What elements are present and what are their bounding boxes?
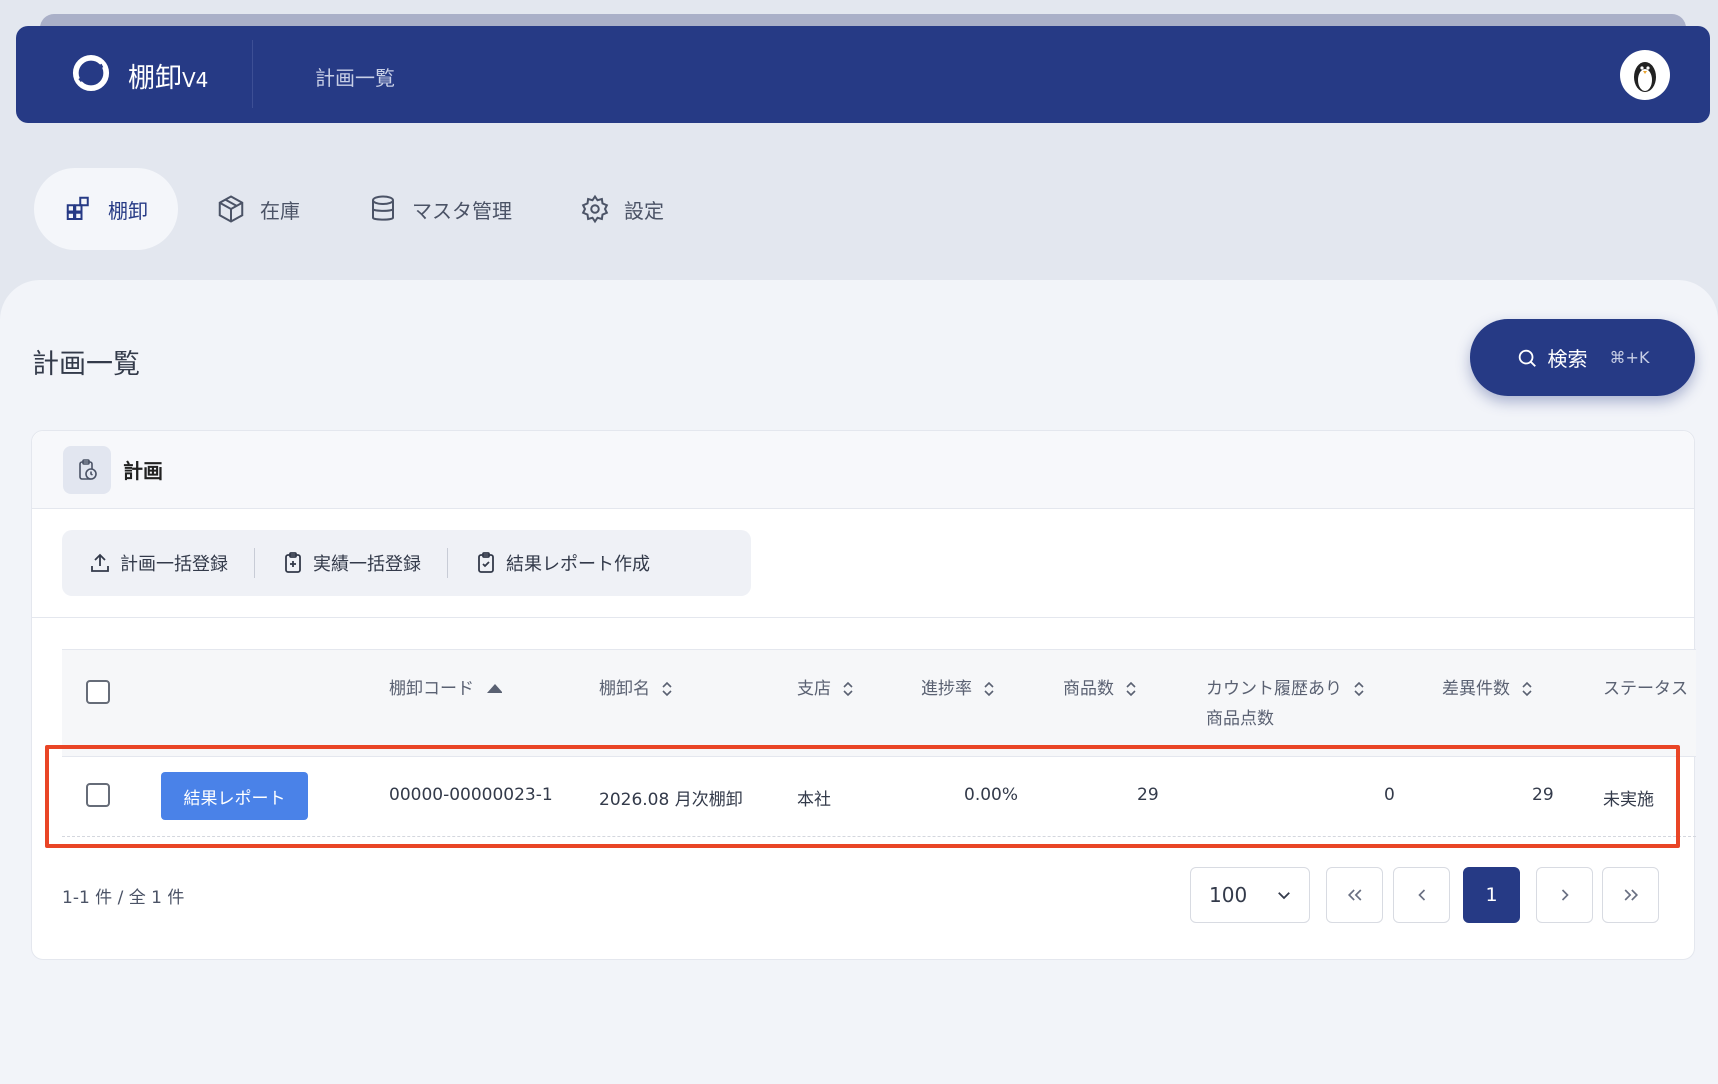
sort-icon: [1126, 681, 1136, 697]
col-status-label: ステータス: [1603, 679, 1688, 699]
chevron-right-icon: [1561, 889, 1569, 901]
sort-icon: [1354, 681, 1364, 697]
header-divider: [252, 40, 253, 108]
col-counted-label: カウント履歴あり 商品点数: [1206, 674, 1342, 734]
page-title: 計画一覧: [32, 349, 140, 380]
upload-icon: [91, 553, 109, 572]
clipboard-plus-icon: [285, 552, 301, 573]
row-checkbox[interactable]: [86, 783, 110, 807]
sort-icon: [843, 681, 853, 697]
last-page-button[interactable]: [1602, 867, 1659, 923]
app-logo-icon: [72, 54, 110, 92]
col-counted[interactable]: カウント履歴あり 商品点数: [1206, 674, 1366, 734]
chevrons-right-icon: [1624, 889, 1638, 901]
col-code-label: 棚卸コード: [389, 679, 474, 699]
nav-label: マスタ管理: [412, 198, 512, 223]
search-button[interactable]: 検索 ⌘+K: [1470, 319, 1695, 396]
select-all-checkbox[interactable]: [86, 680, 110, 704]
plan-card: 計画 計画一括登録 実績一括登録 結果レポート作成 棚卸コード 棚卸名 支店 進…: [31, 430, 1696, 960]
sort-asc-icon: [487, 684, 502, 693]
search-label: 検索: [1547, 347, 1588, 371]
pagination-summary: 1-1 件 / 全 1 件: [62, 888, 185, 908]
col-diff-label: 差異件数: [1442, 679, 1510, 699]
user-avatar[interactable]: [1620, 50, 1670, 100]
cell-items: 29: [1137, 785, 1159, 805]
bulk-actual-button[interactable]: 実績一括登録: [255, 548, 447, 578]
search-shortcut: ⌘+K: [1609, 348, 1650, 367]
box-icon: [218, 195, 244, 223]
database-icon: [372, 195, 394, 221]
nav-item-settings[interactable]: 設定: [550, 168, 694, 250]
col-counted-line2: 商品点数: [1206, 709, 1274, 729]
main-nav: 棚卸 在庫 マスタ管理 設定: [34, 168, 702, 250]
chevrons-left-icon: [1347, 889, 1361, 901]
col-items-label: 商品数: [1063, 679, 1114, 699]
first-page-button[interactable]: [1326, 867, 1383, 923]
create-report-label: 結果レポート作成: [506, 554, 650, 575]
col-branch[interactable]: 支店: [797, 674, 855, 704]
table-row[interactable]: 結果レポート 00000-00000023-1 2026.08 月次棚卸 本社 …: [62, 757, 1696, 837]
nav-label: 設定: [624, 198, 664, 223]
col-items[interactable]: 商品数: [1063, 674, 1138, 704]
next-page-button[interactable]: [1536, 867, 1593, 923]
nav-item-inventory[interactable]: 在庫: [186, 168, 330, 250]
sort-icon: [1522, 681, 1532, 697]
nav-item-master[interactable]: マスタ管理: [338, 168, 542, 250]
col-status[interactable]: ステータス: [1603, 674, 1688, 704]
cell-code: 00000-00000023-1: [389, 785, 553, 805]
clipboard-clock-icon: [63, 445, 111, 494]
col-progress[interactable]: 進捗率: [921, 674, 996, 704]
per-page-select[interactable]: 100: [1190, 867, 1310, 923]
cell-diff: 29: [1532, 785, 1554, 805]
app-name: 棚卸: [128, 63, 182, 94]
nav-label: 棚卸: [108, 198, 148, 223]
grid-icon: [66, 196, 89, 220]
prev-page-button[interactable]: [1393, 867, 1450, 923]
gear-icon: [581, 194, 609, 224]
nav-label: 在庫: [260, 198, 300, 223]
per-page-value: 100: [1209, 883, 1248, 907]
action-toolbar: 計画一括登録 実績一括登録 結果レポート作成: [62, 530, 751, 596]
bulk-plan-label: 計画一括登録: [120, 554, 228, 575]
chevron-down-icon: [1278, 892, 1290, 900]
table-header: 棚卸コード 棚卸名 支店 進捗率 商品数 カウント履歴あり 商品点数 差異件数 …: [62, 649, 1696, 757]
col-name[interactable]: 棚卸名: [599, 674, 674, 704]
sort-icon: [662, 681, 672, 697]
card-title: 計画: [123, 459, 163, 483]
cell-counted: 0: [1384, 785, 1395, 805]
col-code[interactable]: 棚卸コード: [389, 674, 502, 704]
result-report-button[interactable]: 結果レポート: [161, 772, 308, 820]
toolbar-section: 計画一括登録 実績一括登録 結果レポート作成: [32, 509, 1694, 618]
cell-name: 2026.08 月次棚卸: [599, 790, 743, 810]
app-title[interactable]: 棚卸V4: [128, 56, 208, 95]
search-icon: [1518, 349, 1536, 367]
app-version: V4: [182, 68, 209, 92]
col-name-label: 棚卸名: [599, 679, 650, 699]
clipboard-check-icon: [478, 552, 494, 573]
create-report-button[interactable]: 結果レポート作成: [448, 548, 676, 578]
col-counted-line1: カウント履歴あり: [1206, 679, 1342, 699]
card-header: 計画: [32, 431, 1694, 509]
penguin-icon: [1634, 62, 1656, 92]
bulk-plan-button[interactable]: 計画一括登録: [62, 548, 254, 578]
bulk-actual-label: 実績一括登録: [313, 554, 421, 575]
sort-icon: [984, 681, 994, 697]
chevron-left-icon: [1417, 889, 1425, 901]
main-content: 計画一覧 検索 ⌘+K 計画 計画一括登録 実績一括登録 結果レポート作成 棚卸…: [0, 280, 1718, 1084]
cell-status: 未実施: [1603, 790, 1654, 810]
col-diff[interactable]: 差異件数: [1442, 674, 1534, 704]
app-header: 棚卸V4 計画一覧: [16, 26, 1710, 123]
cell-progress: 0.00%: [964, 785, 1019, 805]
cell-branch: 本社: [797, 790, 831, 810]
col-progress-label: 進捗率: [921, 679, 972, 699]
page-button-current[interactable]: 1: [1463, 867, 1520, 923]
col-branch-label: 支店: [797, 679, 831, 699]
breadcrumb[interactable]: 計画一覧: [315, 62, 395, 91]
nav-item-stocktake[interactable]: 棚卸: [34, 168, 178, 250]
